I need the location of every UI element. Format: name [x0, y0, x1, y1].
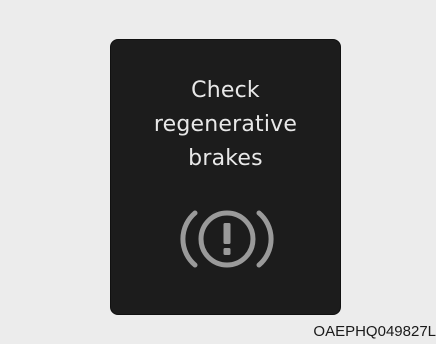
brake-warning-icon [180, 210, 274, 268]
warning-message: Check regenerative brakes [111, 74, 340, 176]
warning-line-1: Check [191, 78, 260, 103]
warning-line-2: regenerative [153, 112, 298, 137]
warning-line-3: brakes [188, 146, 263, 171]
figure-code: OAEPHQ049827L [313, 323, 436, 340]
warning-display: Check regenerative brakes [110, 39, 341, 315]
